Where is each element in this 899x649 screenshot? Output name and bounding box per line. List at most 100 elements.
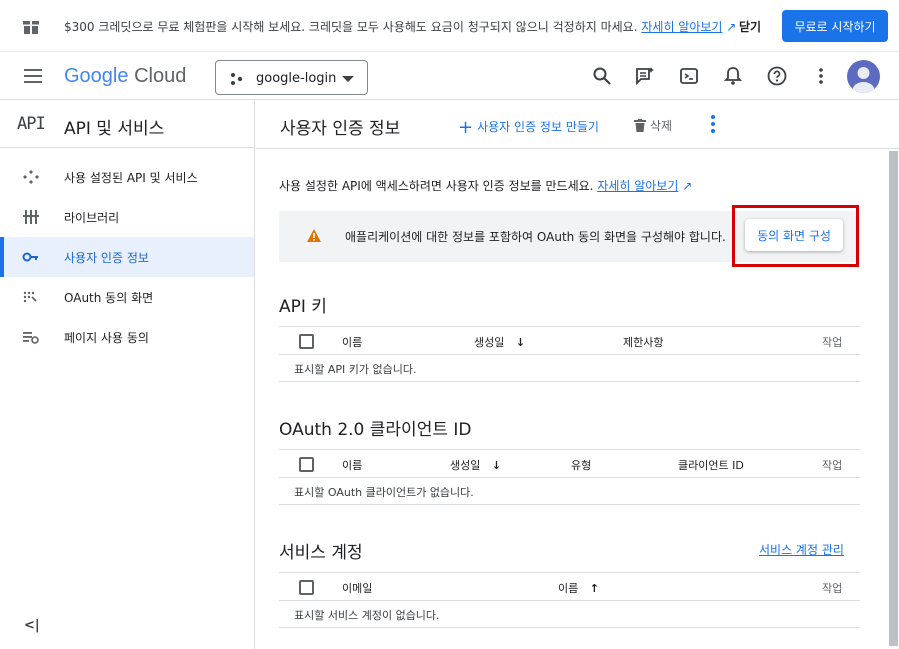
top-app-bar: Google Cloud google-login xyxy=(0,52,899,100)
column-actions: 작업 xyxy=(822,336,843,349)
empty-row: 표시할 OAuth 클라이언트가 없습니다. xyxy=(279,478,860,505)
empty-row: 표시할 서비스 계정이 없습니다. xyxy=(279,601,860,628)
column-created-label: 생성일 xyxy=(474,336,505,349)
sidebar-item-oauth-consent[interactable]: OAuth 동의 화면 xyxy=(0,277,254,317)
service-accounts-title: 서비스 계정 xyxy=(279,543,363,563)
cloud-shell-icon[interactable] xyxy=(679,66,699,86)
banner-learn-more-link[interactable]: 자세히 알아보기 xyxy=(641,20,722,34)
avatar-person-icon xyxy=(852,67,875,93)
oauth-clients-title: OAuth 2.0 클라이언트 ID xyxy=(279,420,472,440)
create-credentials-label: 사용자 인증 정보 만들기 xyxy=(477,120,599,134)
sidebar-item-label: 라이브러리 xyxy=(64,211,120,225)
table-header: 이름 생성일 ↓ 제한사항 작업 xyxy=(279,326,860,355)
sidebar-item-enabled-apis[interactable]: 사용 설정된 API 및 서비스 xyxy=(0,157,254,197)
help-icon[interactable] xyxy=(767,66,787,86)
delete-label: 삭제 xyxy=(650,119,673,133)
arrow-down-icon: ↓ xyxy=(491,459,502,472)
project-dots-icon xyxy=(231,73,243,85)
column-client-id: 클라이언트 ID xyxy=(678,459,744,472)
collapse-sidebar-icon[interactable]: <| xyxy=(24,618,40,633)
create-credentials-button[interactable]: + 사용자 인증 정보 만들기 xyxy=(458,117,599,138)
sidebar-header: API API 및 서비스 xyxy=(0,101,254,148)
sidebar-item-library[interactable]: 라이브러리 xyxy=(0,197,254,237)
sidebar-title: API 및 서비스 xyxy=(64,119,165,139)
learn-more-link[interactable]: 자세히 알아보기 xyxy=(597,179,678,193)
intro-message: 사용 설정한 API에 액세스하려면 사용자 인증 정보를 만드세요. xyxy=(279,179,594,193)
search-icon[interactable] xyxy=(592,66,612,86)
external-link-icon: ↗ xyxy=(726,20,737,34)
column-name-label: 이름 xyxy=(558,582,579,595)
column-actions: 작업 xyxy=(822,582,843,595)
oauth-icon xyxy=(23,291,37,303)
column-name[interactable]: 이름 ↑ xyxy=(558,580,599,596)
empty-row: 표시할 API 키가 없습니다. xyxy=(279,355,860,382)
plus-icon: + xyxy=(458,117,474,138)
empty-message: 표시할 API 키가 없습니다. xyxy=(294,363,417,376)
logo-google-text: Google xyxy=(64,65,129,87)
trash-icon xyxy=(634,119,646,132)
select-all-checkbox[interactable] xyxy=(299,580,314,595)
banner-text: $300 크레딧으로 무료 체험판을 시작해 보세요. 크레딧을 모두 사용해도… xyxy=(64,20,638,34)
column-type: 유형 xyxy=(571,459,592,472)
column-created-label: 생성일 xyxy=(450,459,481,472)
start-free-button[interactable]: 무료로 시작하기 xyxy=(782,10,888,42)
select-all-checkbox[interactable] xyxy=(299,334,314,349)
sidebar: API API 및 서비스 사용 설정된 API 및 서비스 라이브러리 사용자… xyxy=(0,101,255,649)
avatar[interactable] xyxy=(847,60,880,93)
sidebar-item-label: 사용 설정된 API 및 서비스 xyxy=(64,171,198,185)
column-name[interactable]: 이름 xyxy=(342,457,362,473)
sidebar-item-credentials[interactable]: 사용자 인증 정보 xyxy=(0,237,254,277)
key-icon xyxy=(22,252,38,262)
table-header: 이메일 이름 ↑ 작업 xyxy=(279,572,860,601)
project-name: google-login xyxy=(256,71,337,86)
api-icon: API xyxy=(17,114,46,134)
column-actions: 작업 xyxy=(822,459,843,472)
menu-icon[interactable] xyxy=(24,69,42,83)
delete-button[interactable]: 삭제 xyxy=(634,117,672,134)
sidebar-item-page-usage-agreement[interactable]: 페이지 사용 동의 xyxy=(0,317,254,357)
empty-message: 표시할 OAuth 클라이언트가 없습니다. xyxy=(294,486,474,499)
chevron-down-icon xyxy=(342,76,354,82)
table-header: 이름 생성일 ↓ 유형 클라이언트 ID 작업 xyxy=(279,449,860,478)
trial-banner: $300 크레딧으로 무료 체험판을 시작해 보세요. 크레딧을 모두 사용해도… xyxy=(0,0,899,52)
external-link-icon: ↗ xyxy=(682,179,693,193)
api-keys-table: 이름 생성일 ↓ 제한사항 작업 표시할 API 키가 없습니다. xyxy=(279,326,860,382)
intro-text: 사용 설정한 API에 액세스하려면 사용자 인증 정보를 만드세요. 자세히 … xyxy=(279,177,692,194)
main-content: 사용자 인증 정보 + 사용자 인증 정보 만들기 삭제 사용 설정한 API에 … xyxy=(256,101,899,649)
service-accounts-table: 이메일 이름 ↑ 작업 표시할 서비스 계정이 없습니다. xyxy=(279,572,860,628)
warning-icon xyxy=(307,229,321,242)
highlight-box xyxy=(732,205,859,267)
gift-icon xyxy=(23,20,39,35)
sidebar-item-label: 페이지 사용 동의 xyxy=(64,331,149,345)
column-email[interactable]: 이메일 xyxy=(342,580,372,596)
settings-list-icon xyxy=(23,332,39,344)
gemini-chat-icon[interactable] xyxy=(635,66,655,86)
arrow-up-icon: ↑ xyxy=(589,582,599,595)
more-vert-icon[interactable] xyxy=(811,66,831,86)
library-icon xyxy=(23,210,39,224)
notice-text: 애플리케이션에 대한 정보를 포함하여 OAuth 동의 화면을 구성해야 합니… xyxy=(345,230,726,244)
logo-cloud-text: Cloud xyxy=(134,65,187,87)
scrollbar[interactable] xyxy=(889,151,898,646)
project-selector[interactable]: google-login xyxy=(215,60,368,95)
notifications-icon[interactable] xyxy=(723,66,743,86)
column-name[interactable]: 이름 xyxy=(342,334,362,350)
column-restrictions: 제한사항 xyxy=(623,336,664,349)
column-created[interactable]: 생성일 ↓ xyxy=(474,334,525,350)
banner-message: $300 크레딧으로 무료 체험판을 시작해 보세요. 크레딧을 모두 사용해도… xyxy=(64,18,736,35)
arrow-down-icon: ↓ xyxy=(515,336,526,349)
empty-message: 표시할 서비스 계정이 없습니다. xyxy=(294,609,440,622)
sidebar-item-label: 사용자 인증 정보 xyxy=(64,251,149,265)
page-title: 사용자 인증 정보 xyxy=(280,119,401,139)
google-cloud-logo[interactable]: Google Cloud xyxy=(64,65,186,88)
oauth-clients-table: 이름 생성일 ↓ 유형 클라이언트 ID 작업 표시할 OAuth 클라이언트가… xyxy=(279,449,860,505)
select-all-checkbox[interactable] xyxy=(299,457,314,472)
sidebar-item-label: OAuth 동의 화면 xyxy=(64,291,154,305)
dismiss-button[interactable]: 닫기 xyxy=(739,18,761,35)
page-header: 사용자 인증 정보 + 사용자 인증 정보 만들기 삭제 xyxy=(256,101,899,149)
api-keys-title: API 키 xyxy=(279,297,327,317)
apis-icon xyxy=(23,170,39,184)
column-created[interactable]: 생성일 ↓ xyxy=(450,457,501,473)
more-actions-icon[interactable] xyxy=(711,115,715,133)
manage-service-accounts-link[interactable]: 서비스 계정 관리 xyxy=(759,541,844,558)
